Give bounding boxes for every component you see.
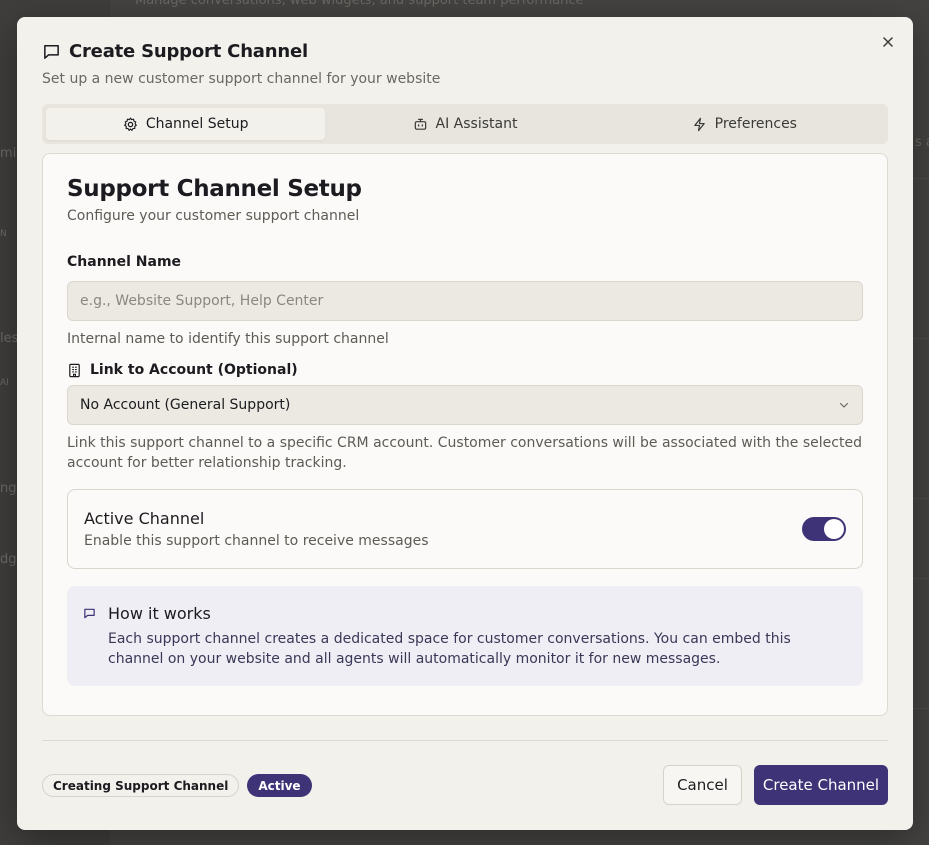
close-icon <box>883 37 893 47</box>
create-channel-button[interactable]: Create Channel <box>754 765 888 805</box>
how-it-works-text: Each support channel creates a dedicated… <box>108 631 791 667</box>
active-channel-setting: Active Channel Enable this support chann… <box>67 489 863 569</box>
dialog-title: Create Support Channel <box>69 41 308 62</box>
dialog-actions: Cancel Create Channel <box>663 765 888 805</box>
active-badge: Active <box>247 774 312 797</box>
account-label: Link to Account (Optional) <box>90 362 298 378</box>
background-text-fragment: s a <box>915 135 929 150</box>
tab-channel-setup[interactable]: Channel Setup <box>46 108 326 140</box>
active-channel-description: Enable this support channel to receive m… <box>84 533 429 549</box>
channel-setup-card: Support Channel Setup Configure your cus… <box>42 153 888 716</box>
tab-label: Channel Setup <box>145 116 249 132</box>
building-icon <box>69 363 80 377</box>
cancel-button[interactable]: Cancel <box>663 765 742 805</box>
how-it-works-box: How it works Each support channel create… <box>67 586 863 686</box>
background-text-fragment: N <box>0 229 7 239</box>
footer-divider <box>42 740 888 741</box>
status-badge: Creating Support Channel <box>42 774 240 797</box>
card-description: Configure your customer support channel <box>67 208 360 224</box>
message-square-icon <box>44 45 59 59</box>
active-channel-title: Active Channel <box>84 509 205 528</box>
message-square-icon <box>84 608 95 619</box>
background-text-fragment: les <box>0 331 19 346</box>
bot-icon <box>414 118 426 130</box>
background-page-description: Manage conversations, web widgets, and s… <box>135 0 584 8</box>
close-button[interactable] <box>879 33 897 51</box>
toggle-knob <box>824 519 844 539</box>
channel-name-label: Channel Name <box>67 254 182 270</box>
tab-list: Channel Setup AI Assistant Preferences <box>42 104 888 144</box>
dialog-header: Create Support Channel Set up a new cust… <box>42 41 440 87</box>
dialog-subtitle: Set up a new customer support channel fo… <box>42 71 441 87</box>
account-select[interactable]: No Account (General Support) <box>67 385 863 425</box>
channel-name-input[interactable] <box>67 281 863 321</box>
account-help: Link this support channel to a specific … <box>67 435 862 471</box>
tab-label: Preferences <box>714 116 797 132</box>
account-select-value: No Account (General Support) <box>80 397 291 413</box>
create-support-channel-dialog: Create Support Channel Set up a new cust… <box>17 17 913 830</box>
card-title: Support Channel Setup <box>67 176 362 202</box>
tab-label: AI Assistant <box>435 116 518 132</box>
background-text-fragment: ng <box>0 481 17 496</box>
channel-name-help: Internal name to identify this support c… <box>67 331 389 347</box>
background-text-fragment: AI <box>0 378 9 388</box>
lightning-icon <box>693 117 705 131</box>
tab-ai-assistant[interactable]: AI Assistant <box>325 108 604 140</box>
active-channel-toggle[interactable] <box>802 517 846 541</box>
tab-preferences[interactable]: Preferences <box>605 108 884 140</box>
chevron-down-icon <box>839 402 849 408</box>
how-it-works-title: How it works <box>108 604 211 623</box>
status-badges: Creating Support Channel Active <box>42 774 312 797</box>
gear-icon <box>123 117 137 131</box>
